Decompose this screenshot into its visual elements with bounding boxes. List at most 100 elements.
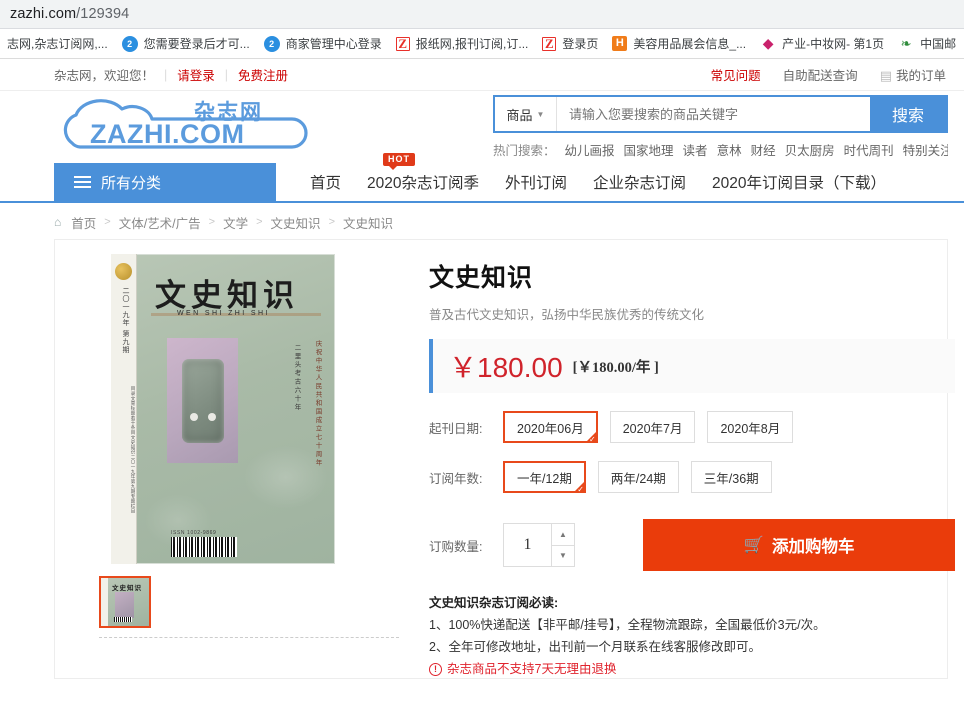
bookmarks-bar[interactable]: 志网,杂志订阅网,... 2 您需要登录后才可... 2 商家管理中心登录 Z … (0, 29, 964, 59)
chevron-right-icon: > (256, 216, 263, 228)
cover-spine-contents: 目录文章标题若干条目文史知识二〇一九年第九期专题栏目 (131, 386, 136, 514)
faq-link[interactable]: 常见问题 (711, 65, 761, 84)
note-line-2: 2、全年可修改地址，出刊前一个月联系在线客服修改即可。 (429, 639, 761, 654)
subscription-years-option-selected[interactable]: 一年/12期 (503, 461, 586, 494)
cover-seal-icon (115, 263, 132, 280)
thumbnail-list: 文史知识 (99, 576, 399, 628)
start-date-option[interactable]: 2020年7月 (609, 411, 696, 443)
hot-term[interactable]: 特别关注 (903, 144, 948, 158)
quantity-decrease-icon[interactable]: ▼ (552, 546, 574, 567)
return-policy-text: 杂志商品不支持7天无理由退换 (447, 661, 617, 676)
quantity-value[interactable]: 1 (504, 524, 552, 566)
quantity-stepper[interactable]: 1 ▲ ▼ (503, 523, 575, 567)
cover-issn: ISSN 1002-9869 (171, 530, 217, 536)
bookmark-item[interactable]: ❧ 中国邮 (891, 29, 963, 58)
start-date-label: 起刊日期: (429, 421, 483, 436)
hot-term[interactable]: 财经 (751, 144, 776, 158)
all-categories-button[interactable]: 所有分类 (54, 163, 276, 201)
thumbnail-spine (101, 578, 108, 626)
magazine-cover-image[interactable]: 二〇一九年 第九期 目录文章标题若干条目文史知识二〇一九年第九期专题栏目 文史知… (111, 254, 335, 564)
cover-spine-year: 二〇一九年 第九期 (122, 287, 130, 354)
subscription-years-option[interactable]: 两年/24期 (597, 461, 679, 493)
add-to-cart-button[interactable]: 🛒 添加购物车 (643, 519, 955, 571)
login-link[interactable]: 请登录 (177, 65, 215, 84)
cover-side-text: 庆祝中华人民共和国成立七十周年 (314, 340, 321, 468)
bookmark-item[interactable]: H 美容用品展会信息_... (605, 29, 753, 58)
delivery-query-link[interactable]: 自助配送查询 (783, 65, 858, 84)
search-category-dropdown[interactable]: 商品 ▼ (495, 97, 557, 131)
notes-heading: 文史知识杂志订阅必读: (429, 596, 559, 610)
bookmark-item[interactable]: 志网,杂志订阅网,... (0, 29, 115, 58)
cover-artwork (167, 338, 238, 463)
main-navigation: 所有分类 首页 HOT 2020杂志订阅季 外刊订阅 企业杂志订阅 2020年订… (0, 153, 964, 203)
price-box: ￥180.00 [￥180.00/年 ] (429, 339, 955, 393)
product-price: ￥180.00 (449, 352, 563, 383)
note-line-1: 1、100%快递配送【非平邮/挂号】，全程物流跟踪，全国最低价3元/次。 (429, 617, 826, 632)
bookmark-label: 报纸网,报刊订阅,订... (415, 37, 529, 51)
cloud-favicon-icon: 2 (121, 35, 138, 52)
product-notes: 文史知识杂志订阅必读: 1、100%快递配送【非平邮/挂号】，全程物流跟踪，全国… (429, 593, 955, 681)
nav-links: 首页 HOT 2020杂志订阅季 外刊订阅 企业杂志订阅 2020年订阅目录（下… (310, 153, 886, 201)
cloud-favicon-icon: 2 (263, 35, 280, 52)
jade-artifact-graphic (181, 358, 224, 443)
breadcrumb-item-current: 文史知识 (343, 216, 394, 231)
orders-icon: ▤ (879, 68, 892, 83)
breadcrumb-item-home[interactable]: 首页 (71, 213, 96, 232)
hot-term[interactable]: 幼儿画报 (565, 144, 615, 158)
home-icon: ⌂ (54, 215, 62, 229)
hot-term[interactable]: 国家地理 (624, 144, 674, 158)
bookmark-label: 美容用品展会信息_... (633, 37, 747, 51)
search-input[interactable] (557, 97, 870, 131)
site-logo[interactable]: ZAZHI.COM 杂志网 (54, 97, 324, 157)
breadcrumb: ⌂ 首页 > 文体/艺术/广告 > 文学 > 文史知识 > 文史知识 (0, 205, 964, 239)
leaf-favicon-icon: ❧ (900, 35, 912, 51)
breadcrumb-item-category[interactable]: 文体/艺术/广告 (119, 213, 201, 232)
hot-term[interactable]: 读者 (683, 144, 708, 158)
bookmark-label: 产业-中妆网- 第1页 (782, 37, 885, 51)
start-date-option-selected[interactable]: 2020年06月 (503, 411, 598, 444)
subscription-years-row: 订阅年数: 一年/12期 两年/24期 三年/36期 (429, 461, 955, 494)
nav-item-subscription-season[interactable]: HOT 2020杂志订阅季 (367, 153, 479, 193)
product-title: 文史知识 (429, 264, 534, 292)
search-bar: 商品 ▼ 搜索 (493, 95, 948, 133)
search-button[interactable]: 搜索 (870, 97, 946, 131)
cover-title: 文史知识 (155, 278, 299, 313)
gallery-divider (99, 637, 399, 638)
browser-url-bar[interactable]: zazhi.com/129394 (0, 0, 964, 29)
all-categories-label: 所有分类 (101, 174, 162, 192)
cover-pinyin: WEN SHI ZHI SHI (177, 310, 270, 317)
svg-text:杂志网: 杂志网 (194, 100, 263, 124)
diamond-favicon-icon: ◆ (762, 35, 774, 51)
subscription-years-option[interactable]: 三年/36期 (690, 461, 772, 493)
thumbnail-item-selected[interactable]: 文史知识 (99, 576, 151, 628)
return-policy-warning: ! 杂志商品不支持7天无理由退换 (429, 659, 955, 681)
nav-item-catalog-download[interactable]: 2020年订阅目录（下载） (712, 171, 886, 193)
product-subtitle: 普及古代文史知识，弘扬中华民族优秀的传统文化 (429, 308, 705, 322)
hot-search-row: 热门搜索： 幼儿画报 国家地理 读者 意林 财经 贝太厨房 时代周刊 特别关注 (493, 140, 948, 159)
bookmark-item[interactable]: Z 报纸网,报刊订阅,订... (389, 29, 536, 58)
hot-search-label: 热门搜索： (493, 144, 556, 158)
my-orders-link[interactable]: ▤ 我的订单 (880, 65, 946, 84)
start-date-option[interactable]: 2020年8月 (707, 411, 794, 443)
register-link[interactable]: 免费注册 (238, 65, 288, 84)
url-host: zazhi.com (10, 6, 77, 22)
chevron-right-icon: > (104, 216, 111, 228)
nav-item-enterprise[interactable]: 企业杂志订阅 (593, 171, 686, 193)
chevron-right-icon: > (328, 216, 335, 228)
bookmark-item[interactable]: 2 您需要登录后才可... (115, 29, 257, 58)
z-favicon-icon: Z (395, 36, 410, 51)
thumbnail-barcode (114, 617, 132, 622)
breadcrumb-item-subcategory[interactable]: 文学 (223, 213, 248, 232)
quantity-increase-icon[interactable]: ▲ (552, 524, 574, 546)
nav-item-foreign-magazines[interactable]: 外刊订阅 (505, 171, 567, 193)
bookmark-item[interactable]: 2 商家管理中心登录 (257, 29, 389, 58)
bookmark-item[interactable]: ◆ 产业-中妆网- 第1页 (753, 29, 891, 58)
breadcrumb-item-series[interactable]: 文史知识 (271, 213, 321, 232)
hot-term[interactable]: 时代周刊 (844, 144, 894, 158)
nav-item-home[interactable]: 首页 (310, 171, 341, 193)
bookmark-label: 您需要登录后才可... (143, 37, 250, 51)
bookmark-item[interactable]: Z 登录页 (535, 29, 605, 58)
hot-term[interactable]: 贝太厨房 (785, 144, 835, 158)
hot-term[interactable]: 意林 (717, 144, 742, 158)
logo-graphic: ZAZHI.COM 杂志网 (63, 99, 308, 149)
